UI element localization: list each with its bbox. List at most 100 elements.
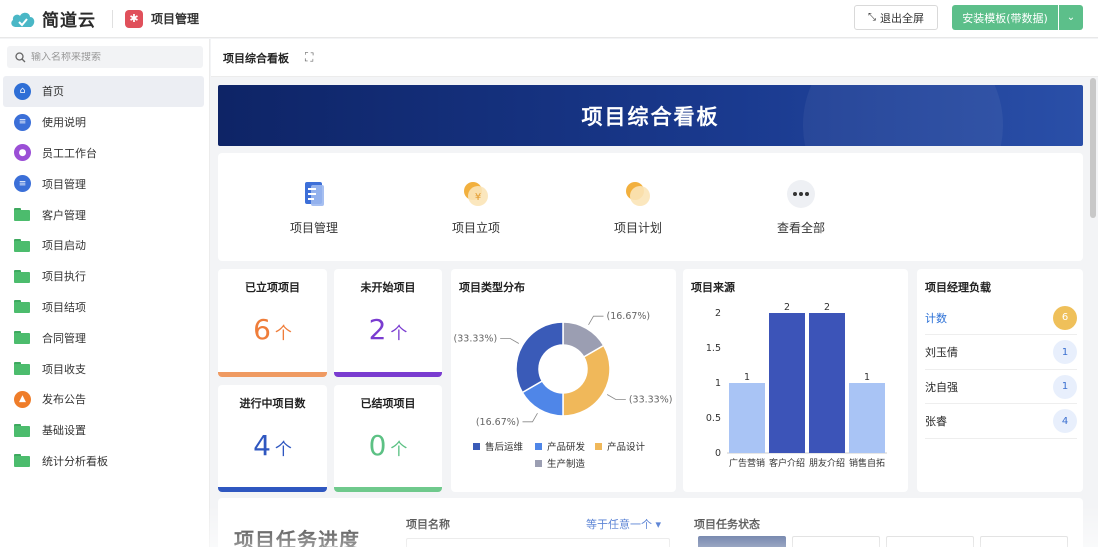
manager-row[interactable]: 刘玉倩 1 — [925, 336, 1077, 370]
sidebar-item-label: 使用说明 — [42, 116, 86, 130]
bar[interactable] — [809, 313, 845, 453]
home-icon: ⌂ — [14, 82, 31, 100]
manager-row[interactable]: 计数 6 — [925, 301, 1077, 335]
dashboard-banner: 项目综合看板 — [218, 85, 1083, 146]
quick-link-label: 查看全部 — [776, 221, 825, 235]
sidebar-item[interactable]: ≡ 使用说明 — [3, 107, 204, 138]
status-tab[interactable] — [980, 536, 1068, 547]
project-name-input[interactable] — [406, 538, 670, 547]
manager-name: 刘玉倩 — [925, 346, 958, 359]
status-tab[interactable] — [698, 536, 786, 547]
more-icon — [751, 179, 851, 209]
search-input[interactable] — [31, 51, 201, 63]
x-tick-label: 广告营销 — [729, 457, 765, 469]
status-tab[interactable] — [886, 536, 974, 547]
install-template-button[interactable]: 安装模板(带数据) — [952, 5, 1058, 30]
coin-icon: ¥ — [426, 179, 526, 209]
donut-slice[interactable] — [562, 344, 611, 417]
sidebar-item[interactable]: 统计分析看板 — [3, 446, 204, 477]
legend-swatch — [595, 443, 602, 450]
legend-label[interactable]: 产品设计 — [607, 441, 646, 453]
status-tab[interactable] — [792, 536, 880, 547]
task-status-label: 项目任务状态 — [694, 518, 760, 531]
manager-row[interactable]: 沈自强 1 — [925, 370, 1077, 404]
tab-dashboard[interactable]: 项目综合看板 — [223, 50, 289, 66]
sidebar-item[interactable]: 项目启动 — [3, 230, 204, 261]
legend-label[interactable]: 售后运维 — [485, 441, 524, 453]
manager-count-badge: 1 — [1053, 340, 1077, 364]
sidebar-item[interactable]: ≡ 项目管理 — [3, 168, 204, 199]
folder-icon — [14, 238, 31, 252]
manager-load-card: 项目经理负载 计数 6 刘玉倩 1 沈自强 1 张睿 4 — [917, 269, 1083, 492]
scrollbar-thumb[interactable] — [1090, 78, 1096, 218]
folder-icon — [14, 269, 31, 283]
quick-link-view-all[interactable]: 查看全部 — [751, 179, 851, 236]
sidebar-item[interactable]: 项目执行 — [3, 261, 204, 292]
manager-row[interactable]: 张睿 4 — [925, 405, 1077, 439]
stat-card-not-started[interactable]: 未开始项目 2个 — [334, 269, 442, 377]
manager-load-title: 项目经理负载 — [925, 281, 991, 294]
y-tick-label: 1.5 — [706, 343, 721, 354]
sidebar-item-label: 合同管理 — [42, 331, 86, 345]
sidebar-search[interactable] — [7, 46, 203, 68]
stat-unit: 个 — [390, 440, 408, 460]
svg-text:¥: ¥ — [475, 192, 481, 203]
stat-card-in-progress[interactable]: 进行中项目数 4个 — [218, 385, 327, 492]
person-icon: ▲ — [14, 390, 31, 408]
sidebar-item-label: 发布公告 — [42, 393, 86, 407]
sidebar-item[interactable]: 项目结项 — [3, 292, 204, 323]
sidebar-item[interactable]: ● 员工工作台 — [3, 138, 204, 169]
y-tick-label: 0 — [715, 448, 721, 459]
stat-title: 未开始项目 — [360, 281, 416, 294]
donut-chart: (16.67%) (33.33%) (16.67%) (33.33%) 售后运维 产品研发… — [454, 311, 673, 470]
bar[interactable] — [769, 313, 805, 453]
stat-unit: 个 — [390, 324, 408, 344]
bookmark-doc-icon — [264, 179, 364, 209]
quick-link-project-plan[interactable]: 项目计划 — [588, 179, 688, 236]
manager-name: 计数 — [925, 311, 947, 325]
label-leader-line — [500, 338, 520, 344]
donut-slice[interactable] — [515, 321, 564, 394]
legend-swatch — [535, 443, 542, 450]
sidebar-item[interactable]: ▲ 发布公告 — [3, 384, 204, 415]
quick-links: 项目管理 ¥ 项目立项 项目计划 查看全部 — [218, 153, 1083, 261]
sidebar-item[interactable]: 项目收支 — [3, 353, 204, 384]
brand-logo[interactable]: 简道云 — [10, 6, 96, 31]
doc-icon: ≡ — [14, 175, 31, 193]
exit-fullscreen-button[interactable]: ⤡ 退出全屏 — [854, 5, 938, 30]
sidebar-item-label: 项目执行 — [42, 270, 86, 284]
legend-label[interactable]: 产品研发 — [547, 441, 586, 453]
manager-count-badge: 1 — [1053, 374, 1077, 399]
app-name: 项目管理 — [151, 12, 200, 26]
cloud-icon — [11, 12, 35, 27]
sidebar-item-label: 项目启动 — [42, 239, 86, 253]
filter-select[interactable]: 等于任意一个 ▾ — [586, 516, 661, 532]
install-dropdown-button[interactable]: ⌄ — [1059, 5, 1083, 30]
legend-label[interactable]: 生产制造 — [547, 458, 586, 470]
sidebar-item[interactable]: 合同管理 — [3, 322, 204, 353]
stat-card-completed[interactable]: 已结项项目 0个 — [334, 385, 442, 492]
bar-chart: 0 0.5 1 1.5 2 1 广告营销 2 客户介绍 2 朋友介绍 1 销售自拓 — [706, 302, 887, 469]
stat-accent-bar — [218, 487, 327, 492]
stat-value: 6个 — [218, 313, 327, 346]
bar-value-label: 1 — [744, 372, 750, 383]
stat-accent-bar — [218, 372, 327, 377]
stat-title: 进行中项目数 — [239, 397, 306, 410]
expand-icon[interactable]: ⛶ — [305, 50, 313, 65]
stat-unit: 个 — [274, 440, 292, 460]
slice-percent-label: (16.67%) — [476, 417, 520, 428]
sidebar-item[interactable]: 客户管理 — [3, 199, 204, 230]
divider — [112, 9, 113, 28]
bar[interactable] — [729, 383, 765, 453]
quick-link-project-initiation[interactable]: ¥ 项目立项 — [426, 179, 526, 236]
bar[interactable] — [849, 383, 885, 453]
bar-value-label: 1 — [864, 372, 870, 383]
sidebar-item-label: 统计分析看板 — [42, 454, 108, 468]
stat-card-initiated[interactable]: 已立项项目 6个 — [218, 269, 327, 377]
x-tick-label: 客户介绍 — [769, 457, 805, 469]
sidebar-item[interactable]: 基础设置 — [3, 415, 204, 446]
sidebar-item[interactable]: ⌂ 首页 — [3, 76, 204, 107]
manager-count-badge: 4 — [1053, 409, 1077, 433]
legend-swatch — [473, 443, 480, 450]
quick-link-project-manage[interactable]: 项目管理 — [264, 179, 364, 236]
